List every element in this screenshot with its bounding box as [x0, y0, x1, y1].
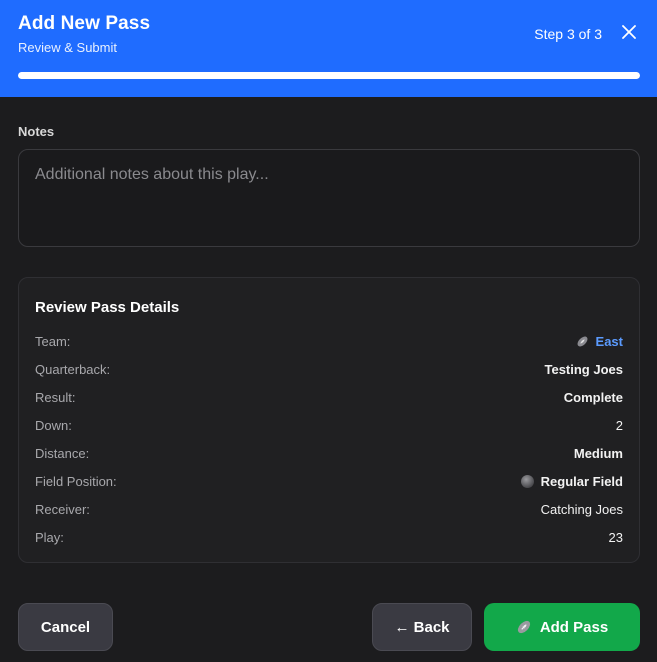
- review-panel: Review Pass Details Team: East Quarterba…: [18, 277, 640, 563]
- review-key: Distance:: [35, 445, 90, 461]
- modal-title: Add New Pass: [18, 13, 151, 34]
- cancel-button[interactable]: Cancel: [18, 603, 113, 651]
- add-pass-button-label: Add Pass: [539, 618, 609, 636]
- field-position-value: Regular Field: [540, 473, 623, 489]
- add-pass-button[interactable]: Add Pass: [484, 603, 640, 651]
- review-key: Quarterback:: [35, 361, 111, 377]
- review-row-quarterback: Quarterback: Testing Joes: [35, 359, 623, 379]
- cancel-button-label: Cancel: [40, 618, 91, 636]
- progress-fill: [18, 72, 640, 79]
- review-key: Team:: [35, 333, 71, 349]
- review-key: Receiver:: [35, 501, 90, 517]
- review-row-team: Team: East: [35, 331, 623, 351]
- modal-subtitle: Review & Submit: [18, 40, 117, 55]
- close-icon[interactable]: [621, 24, 637, 40]
- progress-bar: [18, 72, 640, 79]
- ball-icon: [520, 474, 534, 488]
- back-button[interactable]: ← Back: [372, 603, 472, 651]
- review-value: Complete: [563, 389, 623, 405]
- review-value: Regular Field: [520, 473, 623, 489]
- notes-label: Notes: [18, 124, 55, 139]
- review-key: Field Position:: [35, 473, 117, 489]
- review-value: 2: [615, 417, 623, 433]
- review-row-play: Play: 23: [35, 527, 623, 547]
- review-key: Down:: [35, 417, 72, 433]
- review-value: Testing Joes: [544, 361, 623, 377]
- back-button-label: ← Back: [394, 618, 450, 636]
- modal-header: Add New Pass Review & Submit Step 3 of 3: [0, 0, 657, 97]
- step-indicator: Step 3 of 3: [534, 26, 602, 42]
- review-key: Play:: [35, 529, 64, 545]
- notes-input[interactable]: [18, 149, 640, 247]
- review-row-result: Result: Complete: [35, 387, 623, 407]
- review-row-down: Down: 2: [35, 415, 623, 435]
- team-value: East: [595, 333, 623, 349]
- football-icon: [517, 620, 530, 634]
- review-value: East: [576, 334, 623, 349]
- review-value: Medium: [573, 445, 623, 461]
- review-row-receiver: Receiver: Catching Joes: [35, 499, 623, 519]
- review-value: 23: [608, 529, 623, 545]
- review-title: Review Pass Details: [35, 299, 180, 316]
- review-row-field-position: Field Position: Regular Field: [35, 471, 623, 491]
- football-icon: [577, 336, 587, 346]
- review-key: Result:: [35, 389, 76, 405]
- review-row-distance: Distance: Medium: [35, 443, 623, 463]
- review-value: Catching Joes: [540, 501, 623, 517]
